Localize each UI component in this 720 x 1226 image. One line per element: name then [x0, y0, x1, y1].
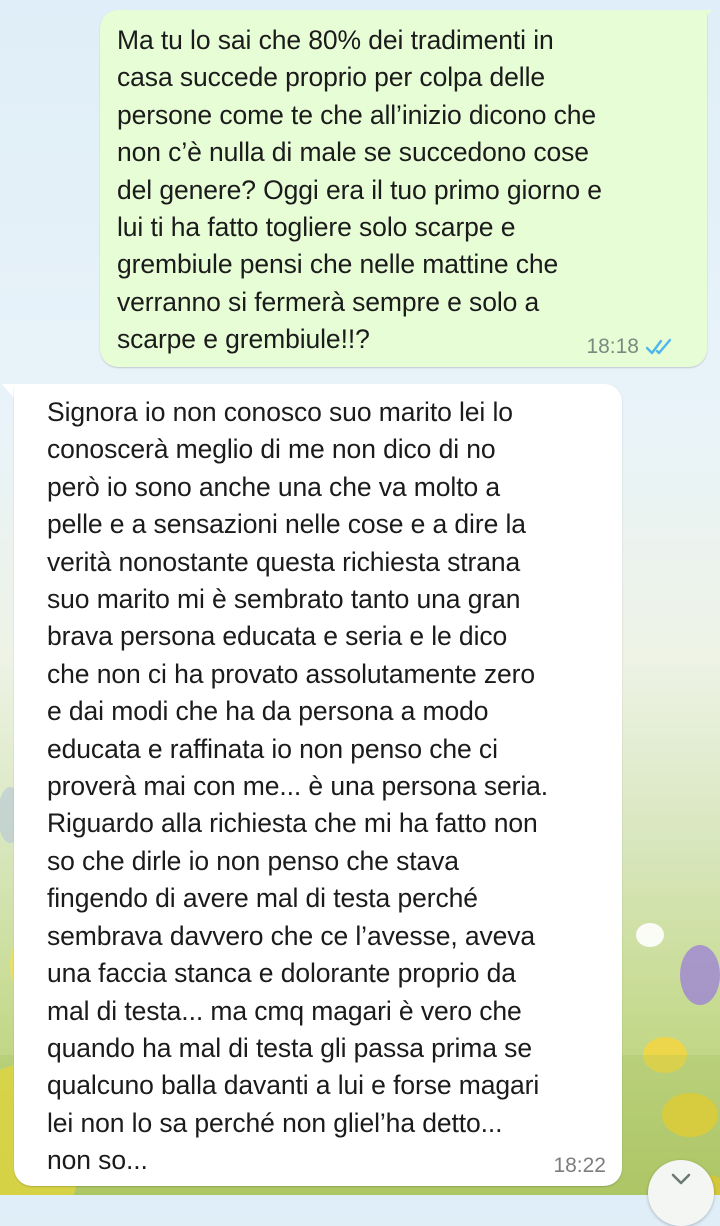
scroll-to-bottom-button[interactable] [648, 1160, 714, 1226]
double-check-icon [645, 338, 672, 355]
outgoing-message-time: 18:18 [586, 335, 639, 358]
incoming-message-text: Signora io non conosco suo marito lei lo… [47, 397, 549, 1176]
outgoing-message-meta: 18:18 [586, 335, 677, 359]
outgoing-message-bubble[interactable]: Ma tu lo sai che 80% dei tradimenti in c… [100, 10, 707, 367]
incoming-message-meta: 18:22 [553, 1154, 606, 1178]
incoming-message-bubble[interactable]: Signora io non conosco suo marito lei lo… [14, 384, 622, 1186]
chevron-down-icon [671, 1173, 691, 1185]
incoming-message-time: 18:22 [553, 1154, 606, 1177]
outgoing-message-text: Ma tu lo sai che 80% dei tradimenti in c… [117, 25, 602, 355]
